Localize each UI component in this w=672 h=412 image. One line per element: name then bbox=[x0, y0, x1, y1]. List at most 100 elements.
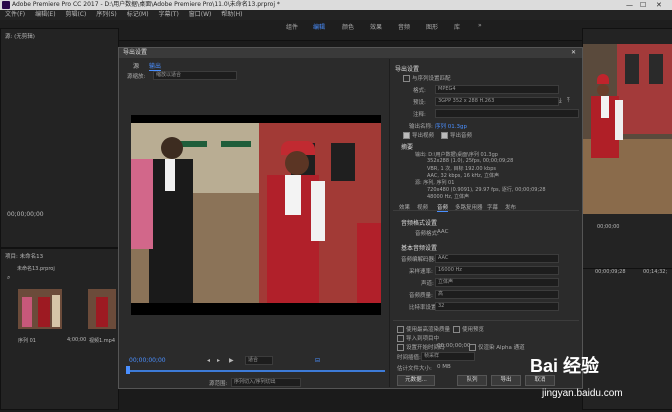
tab-publish[interactable]: 发布 bbox=[505, 203, 516, 211]
use-preview-label: 使用预览 bbox=[462, 327, 485, 333]
comments-label: 注释: bbox=[413, 112, 426, 118]
maximize-button[interactable]: ☐ bbox=[640, 0, 646, 10]
tab-output[interactable]: 输出 bbox=[149, 61, 162, 71]
mark-out-icon[interactable]: ▸ bbox=[217, 357, 220, 364]
source-range-label: 源范围: bbox=[209, 381, 228, 387]
clip-thumbnail-video[interactable] bbox=[88, 289, 116, 329]
playhead-handle[interactable] bbox=[126, 366, 130, 374]
menu-sequence[interactable]: 序列(S) bbox=[96, 11, 117, 18]
workspace-more-icon[interactable]: » bbox=[478, 22, 482, 29]
queue-button[interactable]: 队列 bbox=[457, 375, 487, 386]
sample-rate-select[interactable]: 16000 Hz bbox=[435, 266, 559, 275]
tab-captions[interactable]: 字幕 bbox=[487, 203, 498, 211]
menu-window[interactable]: 窗口(W) bbox=[189, 11, 212, 18]
preset-select[interactable]: 3GPP 352 x 288 H.263 bbox=[435, 97, 559, 106]
dialog-close-icon[interactable]: ✕ bbox=[571, 48, 576, 58]
fit-select[interactable]: 适合 bbox=[245, 356, 273, 365]
project-panel: 项目: 未命名13 未命名13.prproj ⌕ 序列 01 4;00;00 视… bbox=[0, 248, 119, 410]
preview-scrub-track[interactable] bbox=[127, 370, 385, 372]
format-select[interactable]: MPEG4 bbox=[435, 85, 559, 94]
preview-timecode[interactable]: 00;00;00;00 bbox=[129, 357, 166, 364]
bitrate-label: 比特率设置 bbox=[409, 305, 437, 311]
export-settings-dialog: 导出设置 ✕ 源 输出 源缩放: 缩放以适合 00;00;00;00 ◂ ▸ ▶ bbox=[118, 47, 583, 389]
import-project-label: 导入到项目中 bbox=[406, 336, 440, 342]
minimize-button[interactable]: — bbox=[626, 0, 633, 10]
menu-edit[interactable]: 编辑(E) bbox=[35, 11, 55, 18]
watermark-url: jingyan.baidu.com bbox=[542, 388, 623, 399]
sample-rate-label: 采样速率: bbox=[409, 269, 433, 275]
baidu-watermark: Bai 经验 jingyan.baidu.com bbox=[520, 348, 670, 408]
workspace-editing[interactable]: 编辑 bbox=[313, 22, 325, 31]
preset-label: 预设: bbox=[413, 100, 426, 106]
audio-quality-select[interactable]: 高 bbox=[435, 290, 559, 299]
snap-icon[interactable]: ⊟ bbox=[315, 357, 320, 364]
workspace-effects[interactable]: 效果 bbox=[370, 22, 382, 31]
project-file-label: 未命名13.prproj bbox=[17, 266, 55, 272]
summary-line2: VBR, 1 次, 目标 192.00 kbps bbox=[427, 166, 496, 172]
export-settings-header[interactable]: 导出设置 bbox=[395, 64, 419, 73]
checkbox-icon[interactable] bbox=[397, 344, 404, 351]
tab-effects[interactable]: 效果 bbox=[399, 203, 410, 211]
play-icon[interactable]: ▶ bbox=[229, 357, 234, 364]
export-video-label: 导出视频 bbox=[412, 133, 435, 139]
basic-audio-header[interactable]: 基本音频设置 bbox=[401, 243, 437, 252]
checkbox-icon[interactable] bbox=[441, 132, 448, 139]
tab-audio[interactable]: 音频 bbox=[437, 203, 449, 212]
program-timecode: 00;00;00 bbox=[597, 224, 620, 230]
tab-source[interactable]: 源 bbox=[133, 61, 139, 70]
clip-thumbnail-sequence[interactable] bbox=[18, 289, 62, 329]
export-button[interactable]: 导出 bbox=[491, 375, 521, 386]
tab-video[interactable]: 视频 bbox=[417, 203, 428, 211]
metadata-button[interactable]: 元数据... bbox=[397, 375, 435, 386]
audio-format-header[interactable]: 音频格式设置 bbox=[401, 218, 437, 227]
output-name-link[interactable]: 序列 01.3gp bbox=[435, 122, 467, 130]
menu-help[interactable]: 帮助(H) bbox=[221, 11, 242, 18]
menu-clip[interactable]: 剪辑(C) bbox=[65, 11, 86, 18]
time-interp-select[interactable]: 帧采样 bbox=[421, 352, 475, 361]
workspace-audio[interactable]: 音频 bbox=[398, 22, 410, 31]
checkbox-icon[interactable] bbox=[397, 335, 404, 342]
bitrate-select[interactable]: 32 bbox=[435, 302, 559, 311]
source-tab[interactable]: 源: (无剪辑) bbox=[5, 32, 35, 40]
project-tab[interactable]: 项目: 未命名13 bbox=[5, 252, 43, 260]
menu-title[interactable]: 字幕(T) bbox=[158, 11, 178, 18]
match-sequence-checkbox[interactable]: 与序列设置匹配 bbox=[403, 74, 451, 82]
max-render-checkbox[interactable]: 使用最高渲染质量 bbox=[397, 325, 450, 333]
checkbox-icon[interactable] bbox=[453, 326, 460, 333]
checkbox-icon[interactable] bbox=[397, 326, 404, 333]
tab-multiplexer[interactable]: 多路复用器 bbox=[455, 203, 483, 211]
close-button[interactable]: ✕ bbox=[656, 0, 662, 10]
workspace-color[interactable]: 颜色 bbox=[342, 22, 354, 31]
source-scaling-select[interactable]: 缩放以适合 bbox=[153, 71, 237, 80]
time-interp-label: 时间插值: bbox=[397, 355, 421, 361]
summary-header[interactable]: 摘要 bbox=[401, 142, 413, 151]
mark-in-icon[interactable]: ◂ bbox=[207, 357, 210, 364]
menu-file[interactable]: 文件(F) bbox=[5, 11, 25, 18]
workspace-libraries[interactable]: 库 bbox=[454, 22, 460, 31]
start-timecode-value[interactable]: 00;00;00;00 bbox=[437, 343, 471, 349]
codec-label: 音频编解码器: bbox=[401, 257, 436, 263]
checkbox-icon[interactable] bbox=[469, 344, 476, 351]
use-preview-checkbox[interactable]: 使用预览 bbox=[453, 325, 484, 333]
source-range-select[interactable]: 序列切入/序列切出 bbox=[231, 378, 301, 387]
import-preset-icon[interactable]: ⤒ bbox=[567, 97, 570, 105]
comments-field[interactable] bbox=[435, 109, 579, 118]
export-preview-frame bbox=[131, 115, 381, 315]
checkbox-icon[interactable] bbox=[403, 132, 410, 139]
export-audio-checkbox[interactable]: 导出音频 bbox=[441, 131, 472, 139]
save-preset-icon[interactable]: ⤓ bbox=[559, 97, 562, 105]
workspace-assembly[interactable]: 组件 bbox=[286, 22, 298, 31]
channels-select[interactable]: 立体声 bbox=[435, 278, 559, 287]
audio-quality-label: 音频质量: bbox=[409, 293, 433, 299]
program-monitor-panel: 00;00;00 bbox=[582, 28, 672, 270]
checkbox-icon[interactable] bbox=[403, 75, 410, 82]
export-video-checkbox[interactable]: 导出视频 bbox=[403, 131, 434, 139]
import-project-checkbox[interactable]: 导入到项目中 bbox=[397, 334, 439, 342]
workspace-graphics[interactable]: 图形 bbox=[426, 22, 438, 31]
summary-line3: AAC, 32 kbps, 16 kHz, 立体声 bbox=[427, 173, 499, 179]
dialog-divider bbox=[389, 59, 390, 387]
menu-marker[interactable]: 标记(M) bbox=[127, 11, 149, 18]
render-alpha-checkbox[interactable]: 仅渲染 Alpha 通道 bbox=[469, 343, 525, 351]
codec-select[interactable]: AAC bbox=[435, 254, 559, 263]
search-icon[interactable]: ⌕ bbox=[7, 274, 10, 282]
